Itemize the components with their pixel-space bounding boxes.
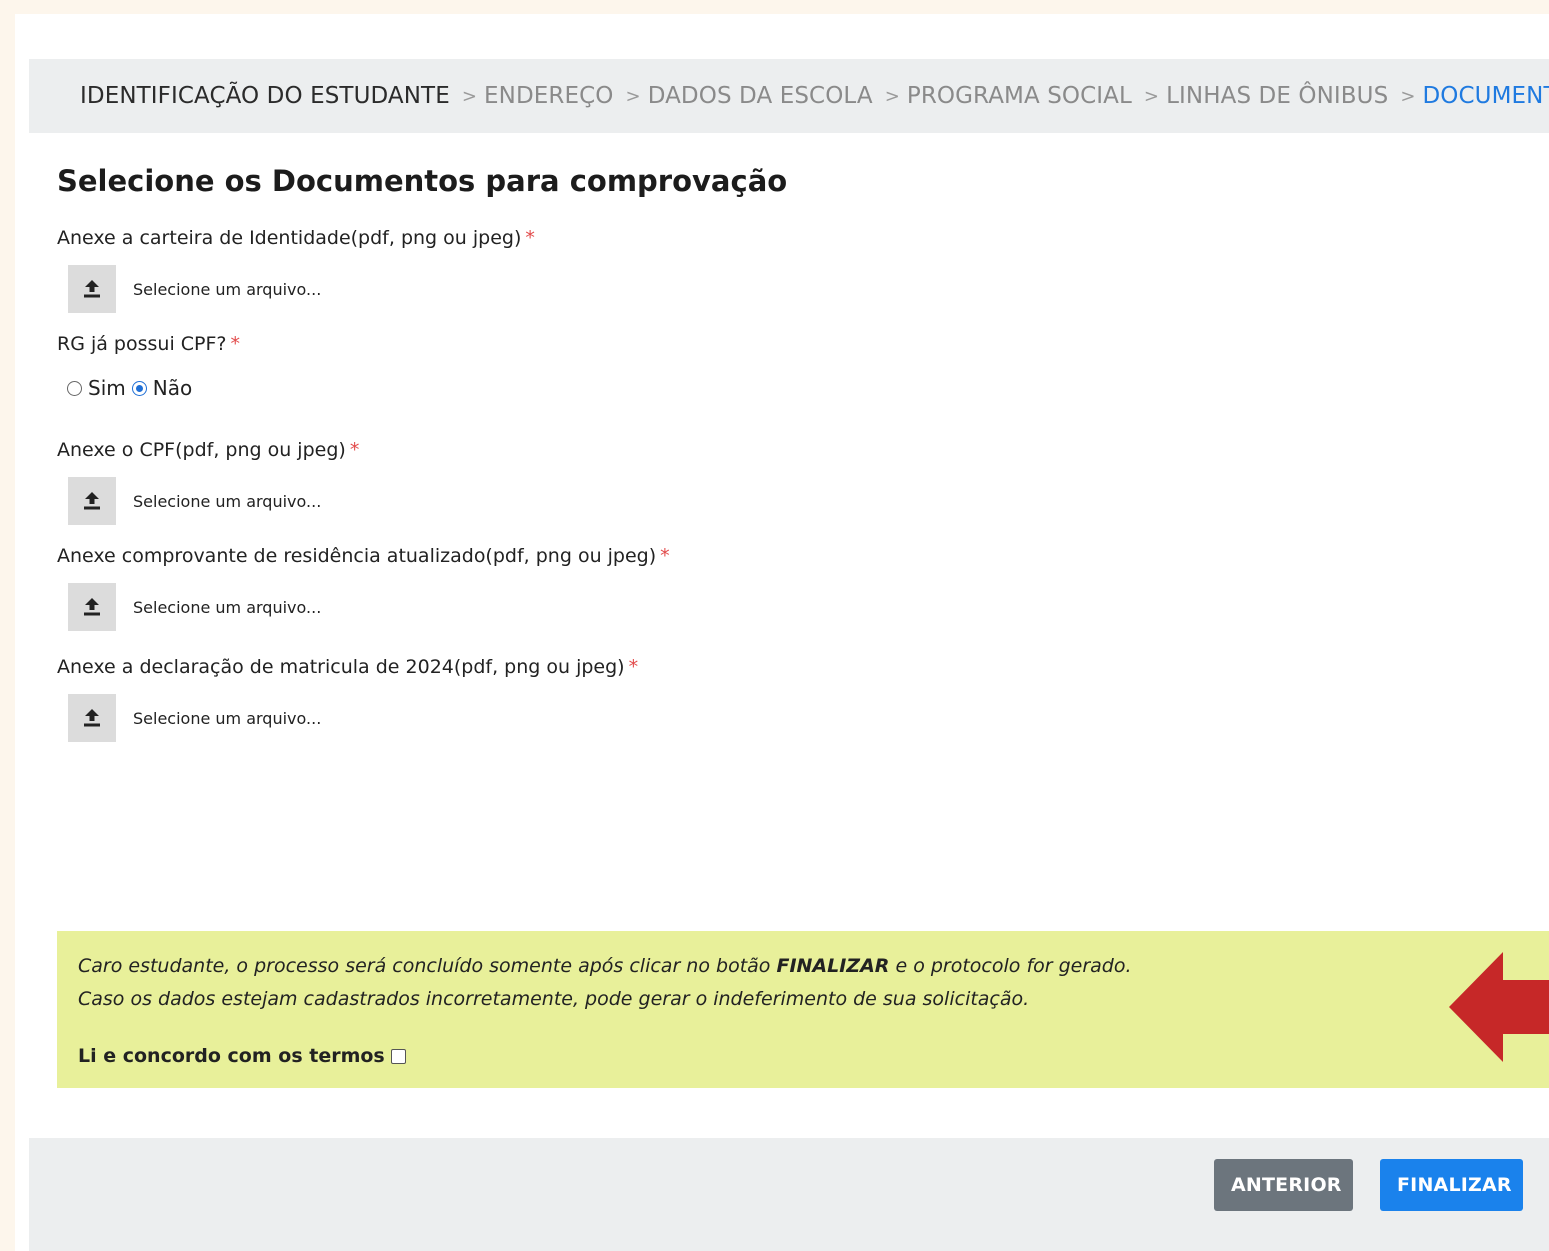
radio-nao-circle[interactable]: [131, 380, 147, 396]
notice-line-1: Caro estudante, o processo será concluíd…: [78, 950, 1132, 983]
residence-upload-button[interactable]: [68, 583, 116, 631]
radio-sim-label: Sim: [88, 376, 126, 400]
step-programa-social[interactable]: PROGRAMA SOCIAL: [907, 83, 1132, 109]
upload-icon: [84, 492, 100, 510]
notice-line-1-suffix: e o protocolo for gerado.: [889, 955, 1132, 977]
cpf-radio-group: Sim Não: [67, 376, 198, 400]
enrollment-upload-button[interactable]: [68, 694, 116, 742]
cpf-label: Anexe o CPF(pdf, png ou jpeg) *: [57, 439, 359, 461]
notice-text: Caro estudante, o processo será concluíd…: [78, 950, 1132, 1016]
notice-line-2: Caso os dados estejam cadastrados incorr…: [78, 988, 1030, 1010]
breadcrumb-separator: >: [1400, 85, 1416, 107]
step-linhas-onibus[interactable]: LINHAS DE ÔNIBUS: [1166, 83, 1388, 109]
cpf-question-text: RG já possui CPF?: [57, 333, 227, 355]
cpf-file-input[interactable]: Selecione um arquivo...: [68, 477, 321, 525]
radio-nao-label: Não: [152, 376, 193, 400]
identity-label-text: Anexe a carteira de Identidade(pdf, png …: [57, 227, 522, 249]
required-mark: *: [230, 333, 241, 355]
upload-icon: [84, 709, 100, 727]
arrow-left-icon: [1449, 952, 1549, 1062]
breadcrumb-separator: >: [461, 85, 478, 107]
finish-button[interactable]: FINALIZAR: [1380, 1159, 1523, 1211]
required-mark: *: [349, 439, 360, 461]
step-identificacao[interactable]: IDENTIFICAÇÃO DO ESTUDANTE: [80, 83, 450, 109]
notice-line-1-prefix: Caro estudante, o processo será concluíd…: [78, 955, 777, 977]
notice-box: Caro estudante, o processo será concluíd…: [57, 931, 1549, 1088]
notice-line-1-bold: FINALIZAR: [776, 955, 890, 977]
breadcrumb-separator: >: [625, 85, 641, 107]
identity-file-placeholder[interactable]: Selecione um arquivo...: [133, 280, 321, 299]
step-dados-escola[interactable]: DADOS DA ESCOLA: [648, 83, 873, 109]
footer-bar: ANTERIOR FINALIZAR: [29, 1138, 1549, 1251]
enrollment-label-text: Anexe a declaração de matricula de 2024(…: [57, 656, 625, 678]
terms-checkbox[interactable]: [390, 1048, 406, 1064]
enrollment-file-placeholder[interactable]: Selecione um arquivo...: [133, 709, 321, 728]
terms-label: Li e concordo com os termos: [78, 1045, 385, 1067]
page: IDENTIFICAÇÃO DO ESTUDANTE > ENDEREÇO > …: [15, 14, 1549, 1251]
terms-agreement[interactable]: Li e concordo com os termos: [78, 1045, 406, 1067]
enrollment-file-input[interactable]: Selecione um arquivo...: [68, 694, 321, 742]
identity-label: Anexe a carteira de Identidade(pdf, png …: [57, 227, 535, 249]
previous-button[interactable]: ANTERIOR: [1214, 1159, 1353, 1211]
page-title: Selecione os Documentos para comprovação: [57, 164, 788, 198]
required-mark: *: [525, 227, 535, 249]
breadcrumb: IDENTIFICAÇÃO DO ESTUDANTE > ENDEREÇO > …: [29, 59, 1549, 133]
identity-upload-button[interactable]: [68, 265, 116, 313]
cpf-file-placeholder[interactable]: Selecione um arquivo...: [133, 492, 321, 511]
upload-icon: [84, 280, 100, 298]
step-endereco[interactable]: ENDEREÇO: [484, 83, 613, 109]
required-mark: *: [628, 656, 639, 678]
cpf-question-label: RG já possui CPF? *: [57, 333, 240, 355]
identity-file-input[interactable]: Selecione um arquivo...: [68, 265, 321, 313]
radio-nao[interactable]: Não: [131, 376, 193, 400]
cpf-upload-button[interactable]: [68, 477, 116, 525]
radio-sim[interactable]: Sim: [67, 376, 126, 400]
residence-file-input[interactable]: Selecione um arquivo...: [68, 583, 321, 631]
cpf-label-text: Anexe o CPF(pdf, png ou jpeg): [57, 439, 346, 461]
required-mark: *: [660, 545, 670, 567]
residence-label-text: Anexe comprovante de residência atualiza…: [57, 545, 657, 567]
radio-sim-circle[interactable]: [67, 380, 82, 396]
enrollment-label: Anexe a declaração de matricula de 2024(…: [57, 656, 638, 678]
breadcrumb-separator: >: [884, 85, 900, 107]
upload-icon: [84, 598, 100, 616]
breadcrumb-separator: >: [1143, 85, 1160, 107]
residence-file-placeholder[interactable]: Selecione um arquivo...: [133, 598, 321, 617]
residence-label: Anexe comprovante de residência atualiza…: [57, 545, 670, 567]
step-documentacao[interactable]: DOCUMENTAÇÃO: [1423, 83, 1549, 109]
